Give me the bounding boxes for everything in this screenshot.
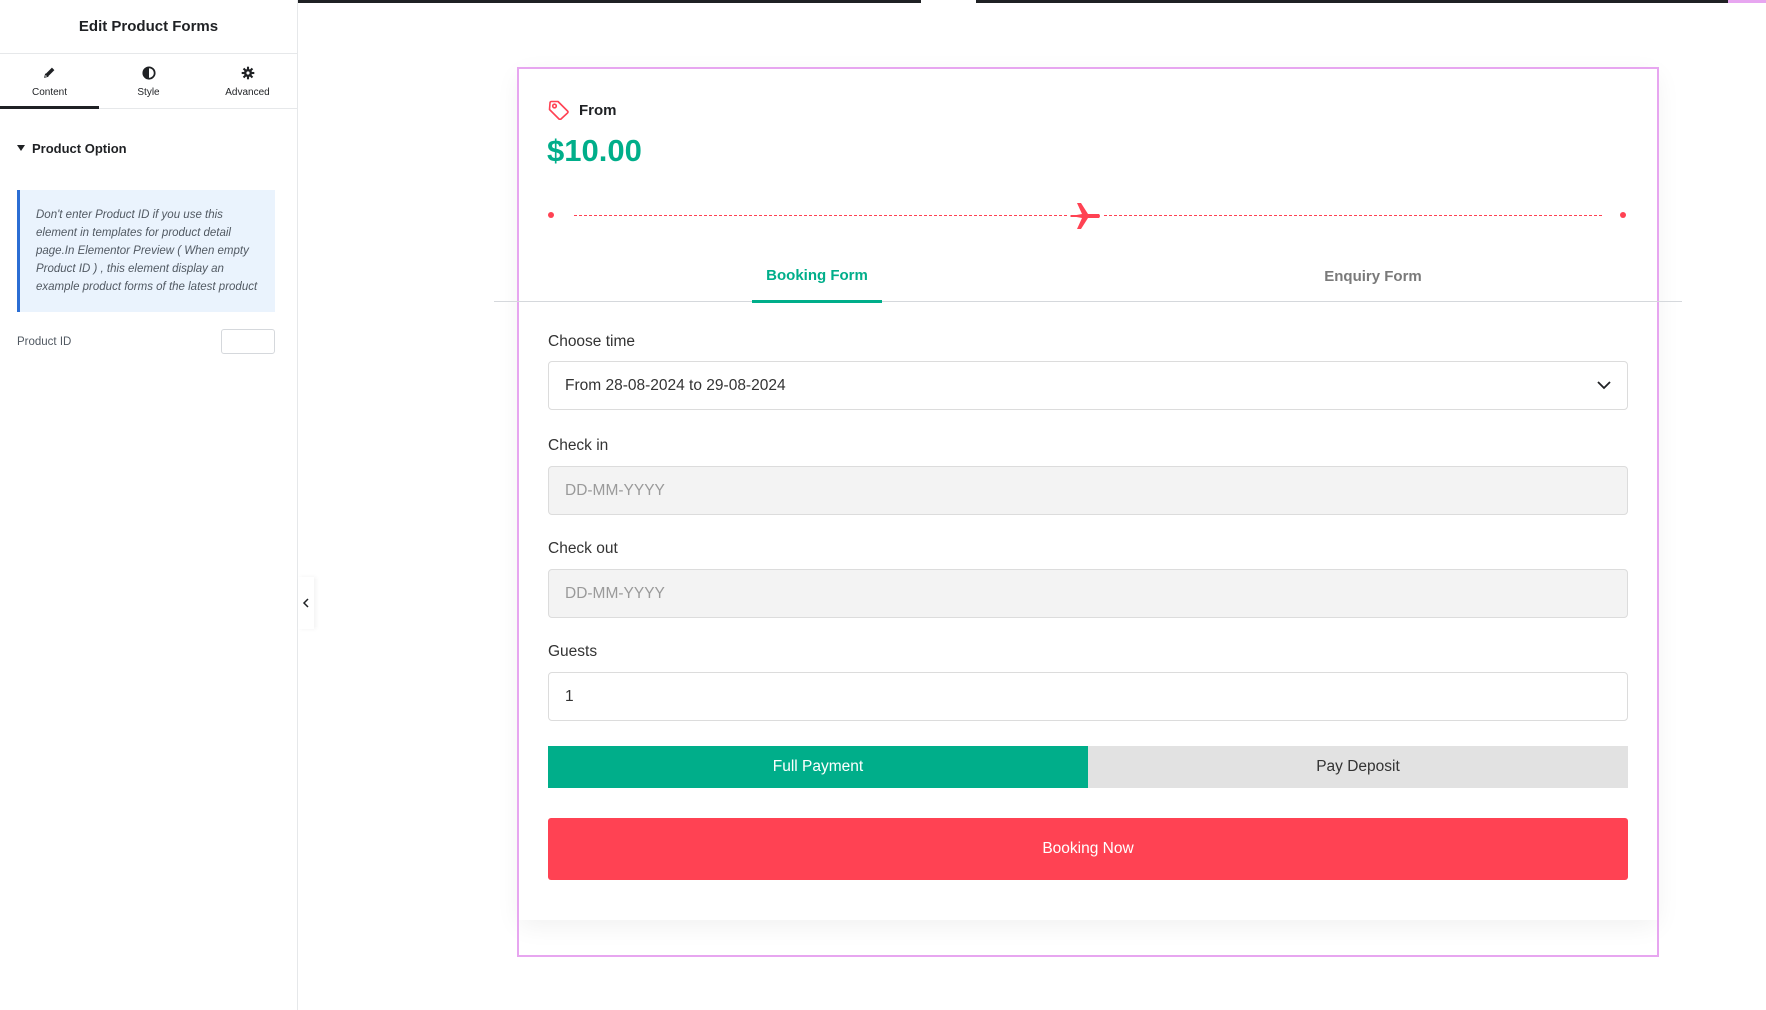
route-divider bbox=[548, 201, 1626, 231]
preview-topbar bbox=[298, 0, 1766, 3]
chevron-left-icon bbox=[302, 598, 309, 608]
pay-deposit-button[interactable]: Pay Deposit bbox=[1088, 746, 1628, 788]
tab-enquiry-form[interactable]: Enquiry Form bbox=[1274, 250, 1472, 302]
guests-input[interactable]: 1 bbox=[548, 672, 1628, 721]
booking-now-button[interactable]: Booking Now bbox=[548, 818, 1628, 880]
tab-advanced-label: Advanced bbox=[225, 86, 270, 98]
tab-style-label: Style bbox=[137, 86, 160, 98]
section-title: Product Option bbox=[32, 140, 127, 156]
tab-content-label: Content bbox=[31, 86, 68, 98]
tab-booking-form[interactable]: Booking Form bbox=[752, 250, 882, 303]
guests-value: 1 bbox=[565, 687, 574, 705]
price-from-text: From bbox=[579, 101, 617, 119]
product-id-label: Product ID bbox=[17, 335, 72, 348]
check-out-placeholder: DD-MM-YYYY bbox=[565, 584, 665, 602]
choose-time-select[interactable]: From 28-08-2024 to 29-08-2024 bbox=[548, 361, 1628, 410]
choose-time-label: Choose time bbox=[548, 333, 636, 350]
airplane-icon bbox=[1069, 201, 1103, 231]
route-start-dot bbox=[548, 212, 554, 218]
check-in-field[interactable]: DD-MM-YYYY bbox=[548, 466, 1628, 515]
contrast-icon bbox=[141, 65, 157, 81]
check-in-placeholder: DD-MM-YYYY bbox=[565, 481, 665, 499]
check-out-label: Check out bbox=[548, 540, 618, 557]
section-product-option[interactable]: Product Option bbox=[0, 109, 297, 187]
tab-style[interactable]: Style bbox=[99, 54, 198, 108]
tag-icon bbox=[548, 100, 569, 120]
price-value: $10.00 bbox=[547, 133, 642, 168]
topbar-gap bbox=[921, 0, 976, 3]
pencil-icon bbox=[42, 65, 58, 81]
form-tabs: Booking Form Enquiry Form bbox=[494, 250, 1682, 303]
editor-panel: Edit Product Forms Content Style Advance… bbox=[0, 0, 298, 1010]
tab-content[interactable]: Content bbox=[0, 54, 99, 109]
collapse-panel-button[interactable] bbox=[298, 577, 314, 629]
choose-time-value: From 28-08-2024 to 29-08-2024 bbox=[565, 376, 786, 394]
panel-title: Edit Product Forms bbox=[0, 0, 297, 54]
caret-down-icon bbox=[17, 145, 25, 151]
check-in-label: Check in bbox=[548, 437, 609, 454]
chevron-down-icon bbox=[1597, 381, 1611, 390]
product-id-control: Product ID bbox=[0, 329, 297, 354]
panel-tabs: Content Style Advanced bbox=[0, 54, 297, 109]
full-payment-button[interactable]: Full Payment bbox=[548, 746, 1088, 788]
tab-advanced[interactable]: Advanced bbox=[198, 54, 297, 108]
check-out-field[interactable]: DD-MM-YYYY bbox=[548, 569, 1628, 618]
route-end-dot bbox=[1620, 212, 1626, 218]
topbar-accent bbox=[1728, 0, 1766, 3]
payment-toggle: Full Payment Pay Deposit bbox=[548, 746, 1628, 788]
price-label: From bbox=[548, 100, 617, 120]
product-id-input[interactable] bbox=[221, 329, 275, 354]
notice-box: Don't enter Product ID if you use this e… bbox=[17, 190, 275, 312]
guests-label: Guests bbox=[548, 643, 598, 660]
gear-icon bbox=[240, 65, 256, 81]
